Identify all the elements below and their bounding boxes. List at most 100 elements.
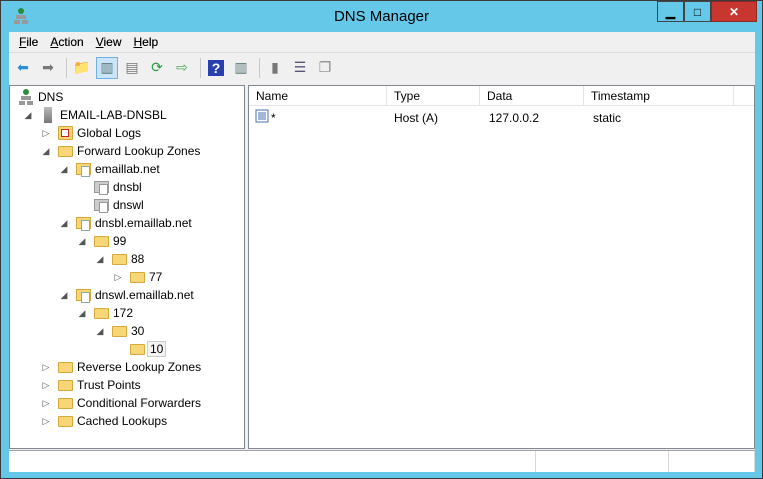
records-list[interactable]: Name Type Data Timestamp * Host (A) 127.0.0.2… (248, 85, 755, 449)
show-action-pane-button[interactable]: ▥ (230, 57, 252, 79)
toolbar-separator (259, 57, 260, 78)
tree-item-label: 77 (149, 270, 163, 284)
collapse-icon[interactable]: ◢ (95, 326, 105, 337)
tree-item-88[interactable]: ◢ 88 (10, 250, 244, 268)
copy-button[interactable]: ❐ (314, 57, 336, 79)
expand-icon[interactable]: ▷ (41, 362, 51, 373)
collapse-icon[interactable]: ◢ (95, 254, 105, 265)
column-header-data[interactable]: Data (480, 86, 584, 106)
tree-item-label: dnsbl (113, 180, 142, 194)
forward-button[interactable]: ➡ (37, 57, 59, 79)
status-pane (9, 451, 536, 472)
folder-icon (112, 254, 127, 265)
properties-icon: ▤ (125, 59, 139, 75)
column-header-timestamp[interactable]: Timestamp (584, 86, 734, 106)
expand-icon[interactable]: ▷ (41, 416, 51, 427)
expand-icon[interactable]: ▷ (41, 128, 51, 139)
menu-accelerator: H (133, 35, 143, 49)
refresh-button[interactable]: ⟳ (146, 57, 168, 79)
status-pane (669, 451, 755, 472)
list-header: Name Type Data Timestamp (249, 86, 754, 106)
folder-icon (130, 272, 145, 283)
collapse-icon[interactable]: ◢ (59, 218, 69, 229)
menu-accelerator-overlay: File (19, 35, 38, 49)
folder-icon (112, 326, 127, 337)
tree-item-global-logs[interactable]: ▷ Global Logs (10, 124, 244, 142)
tree-item-cached-lookups[interactable]: ▷ Cached Lookups (10, 412, 244, 430)
menu-bar: File File Action Action View View Help Help (9, 32, 755, 53)
status-pane (536, 451, 669, 472)
tree-item-10[interactable]: 10 (10, 340, 244, 358)
expand-icon[interactable]: ▷ (41, 380, 51, 391)
column-header-type[interactable]: Type (387, 86, 480, 106)
window-title: DNS Manager (333, 8, 430, 25)
folder-icon (58, 380, 73, 391)
record-icon (255, 109, 269, 126)
tree-item-172[interactable]: ◢ 172 (10, 304, 244, 322)
tree-item-99[interactable]: ◢ 99 (10, 232, 244, 250)
back-button[interactable]: ⬅ (12, 57, 34, 79)
column-header-name[interactable]: Name (249, 86, 387, 106)
menu-view[interactable]: View View (96, 32, 122, 52)
tree-item-30[interactable]: ◢ 30 (10, 322, 244, 340)
maximize-button[interactable]: □ (684, 1, 711, 22)
record-list-button[interactable]: ☰ (289, 57, 311, 79)
tree-item-label: Conditional Forwarders (77, 396, 202, 410)
tree-item-label: EMAIL-LAB-DNSBL (60, 108, 167, 122)
folder-icon (58, 362, 73, 373)
tree-item-reverse-lookup-zones[interactable]: ▷ Reverse Lookup Zones (10, 358, 244, 376)
collapse-icon[interactable]: ◢ (41, 146, 51, 157)
collapse-icon[interactable]: ◢ (77, 308, 87, 319)
collapse-icon[interactable]: ◢ (59, 290, 69, 301)
server-icon (44, 107, 52, 123)
collapse-icon[interactable]: ◢ (23, 110, 33, 121)
show-hide-tree-icon: ▥ (100, 59, 114, 75)
tree-item-77[interactable]: ▷ 77 (10, 268, 244, 286)
close-button[interactable]: ✕ (711, 1, 757, 22)
tree-item-trust-points[interactable]: ▷ Trust Points (10, 376, 244, 394)
help-button[interactable]: ? (205, 57, 227, 79)
folder-icon (130, 344, 145, 355)
server-button[interactable]: ▮ (264, 57, 286, 79)
up-folder-button[interactable]: 📁 (71, 57, 93, 79)
toolbar: ⬅ ➡ 📁 ▥ ▤ ⟳ ⇨? ▥ ▮ ☰ ❐ (9, 54, 755, 81)
server-icon: ▮ (271, 59, 279, 75)
collapse-icon[interactable]: ◢ (59, 164, 69, 175)
tree-item-dns[interactable]: DNS (10, 88, 244, 106)
zone-icon (94, 199, 109, 213)
tree-item-forward-lookup-zones[interactable]: ◢ Forward Lookup Zones (10, 142, 244, 160)
tree-item-emaillab-net[interactable]: ◢ emaillab.net (10, 160, 244, 178)
menu-label-rest: ction (58, 35, 84, 49)
console-tree[interactable]: DNS ◢ EMAIL-LAB-DNSBL ▷ Global Logs ◢ Forward … (9, 85, 245, 449)
record-list-icon: ☰ (293, 59, 307, 75)
tree-item-conditional-forwarders[interactable]: ▷ Conditional Forwarders (10, 394, 244, 412)
zone-icon (94, 181, 109, 195)
menu-action[interactable]: Action Action (50, 32, 83, 52)
copy-icon: ❐ (318, 59, 332, 75)
record-row[interactable]: * Host (A) 127.0.0.2 static (249, 108, 754, 126)
tree-item-label: dnswl (113, 198, 144, 212)
tree-item-email-lab-dnsbl[interactable]: ◢ EMAIL-LAB-DNSBL (10, 106, 244, 124)
zone-icon (76, 217, 91, 231)
show-hide-tree-button[interactable]: ▥ (96, 56, 118, 79)
forward-icon: ➡ (42, 59, 54, 75)
expand-icon[interactable]: ▷ (113, 272, 123, 283)
collapse-icon[interactable]: ◢ (77, 236, 87, 247)
menu-file[interactable]: File File (19, 32, 38, 52)
tree-item-label: dnswl.emaillab.net (95, 288, 194, 302)
tree-item-dnswl[interactable]: dnswl (10, 196, 244, 214)
tree-item-dnswl-emaillab-net[interactable]: ◢ dnswl.emaillab.net (10, 286, 244, 304)
folder-icon (58, 416, 73, 427)
title-bar[interactable]: DNS Manager ▁ □ ✕ (1, 1, 762, 32)
export-list-button[interactable]: ⇨ (171, 57, 193, 79)
properties-button[interactable]: ▤ (121, 57, 143, 79)
tree-item-dnsbl-emaillab-net[interactable]: ◢ dnsbl.emaillab.net (10, 214, 244, 232)
tree-item-label: 30 (131, 324, 145, 338)
tree-item-dnsbl[interactable]: dnsbl (10, 178, 244, 196)
refresh-icon: ⟳ (151, 59, 163, 75)
tree-item-label: 172 (113, 306, 134, 320)
minimize-button[interactable]: ▁ (657, 1, 684, 22)
tree-item-label: Reverse Lookup Zones (77, 360, 202, 374)
expand-icon[interactable]: ▷ (41, 398, 51, 409)
menu-help[interactable]: Help Help (134, 32, 159, 52)
